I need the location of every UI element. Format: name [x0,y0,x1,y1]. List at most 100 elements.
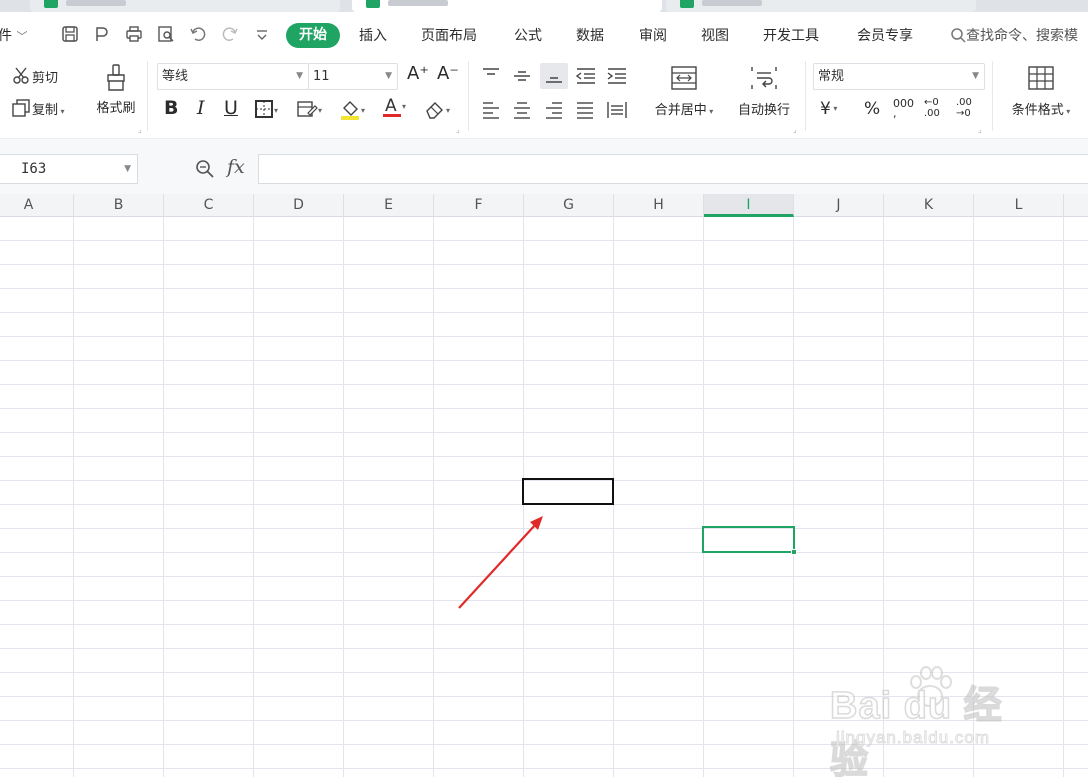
menu-file[interactable]: 件 ﹀ [0,25,27,45]
customize-toolbar-icon[interactable] [252,25,272,45]
font-color-button[interactable]: A ▾ [382,95,406,123]
align-right-button[interactable] [544,101,564,123]
cell-style-button[interactable]: ▾ [296,99,322,123]
border-button[interactable]: ▾ [254,99,278,123]
distribute-button[interactable] [606,101,628,123]
merge-cells-icon [671,66,697,90]
decrease-decimal-button[interactable]: .00 →0 [956,97,972,119]
tab-review[interactable]: 审阅 [639,25,667,45]
column-header-label: F [474,197,483,213]
print-icon[interactable] [124,25,144,45]
name-box[interactable]: I63 ▼ [0,154,138,184]
column-header-f[interactable]: F [434,194,524,217]
sheet-icon [680,0,694,8]
document-tab-active[interactable] [352,0,662,12]
grid-line [73,217,74,777]
column-header-label: G [563,197,574,213]
tab-start[interactable]: 开始 [286,23,340,48]
dialog-launcher-icon[interactable]: ⌟ [793,125,797,134]
zoom-icon[interactable] [195,159,215,184]
grow-font-button[interactable]: A⁺ [407,63,429,84]
tab-view[interactable]: 视图 [701,25,729,45]
undo-icon[interactable] [188,25,208,45]
export-pdf-icon[interactable] [92,25,112,45]
wrap-text-button[interactable]: 自动换行 [733,65,795,118]
column-header-a[interactable]: A [0,194,74,217]
column-header-k[interactable]: K [884,194,974,217]
grid-line [253,217,254,777]
chevron-down-icon: ▼ [385,71,392,81]
dropdown-arrow-icon: ▾ [274,106,279,115]
formula-input[interactable] [258,154,1088,184]
column-header-b[interactable]: B [74,194,164,217]
tab-insert[interactable]: 插入 [359,25,387,45]
grid-line [703,217,704,777]
align-center-button[interactable] [512,101,532,123]
increase-indent-button[interactable] [606,67,628,89]
shrink-font-button[interactable]: A⁻ [437,63,459,84]
increase-indent-icon [607,68,626,84]
bold-icon: B [164,97,179,119]
insert-function-button[interactable]: fx [227,156,245,178]
thousands-separator-button[interactable]: 000, [893,98,914,119]
document-tab[interactable] [30,0,340,12]
tab-label-placeholder [66,0,126,6]
underline-icon: U [224,97,238,119]
cut-button[interactable]: 剪切 [12,67,58,89]
bold-button[interactable]: B [164,97,178,119]
number-format-value: 常规 [818,69,845,84]
dropdown-arrow-icon: ▾ [446,106,451,115]
dialog-launcher-icon[interactable]: ⌟ [456,125,460,134]
column-header-g[interactable]: G [524,194,614,217]
copy-button[interactable]: 复制 ▾ [12,99,65,121]
percent-button[interactable]: % [864,99,880,119]
print-preview-icon[interactable] [156,25,176,45]
column-header-c[interactable]: C [164,194,254,217]
column-header-j[interactable]: J [794,194,884,217]
currency-button[interactable]: ¥ ▾ [820,99,837,119]
tab-member[interactable]: 会员专享 [857,25,913,45]
align-middle-button[interactable] [512,67,532,89]
increase-decimal-button[interactable]: ←0 .00 [924,97,940,119]
conditional-format-button[interactable]: 条件格式 ▾ [1001,65,1081,118]
tab-page-layout[interactable]: 页面布局 [421,25,477,45]
format-painter-button[interactable]: 格式刷 [92,63,140,116]
clear-format-button[interactable]: ▾ [424,99,450,123]
font-name-select[interactable]: 等线 ▼ [157,63,309,90]
justify-button[interactable] [575,101,595,123]
bordered-cell[interactable] [522,478,614,505]
column-header-l[interactable]: L [974,194,1064,217]
fill-color-button[interactable]: ▾ [339,99,365,125]
document-tab[interactable] [666,0,976,12]
dialog-launcher-icon[interactable]: ⌟ [978,125,982,134]
align-left-button[interactable] [481,101,501,123]
column-header-i[interactable]: I [704,194,794,217]
column-header-label: H [653,197,664,213]
merge-center-button[interactable]: 合并居中 ▾ [647,65,721,118]
number-format-select[interactable]: 常规 ▼ [813,63,985,90]
save-icon[interactable] [60,25,80,45]
command-search[interactable]: 查找命令、搜索模 [950,25,1078,47]
column-header-h[interactable]: H [614,194,704,217]
decrease-indent-button[interactable] [575,67,597,89]
active-cell-selection[interactable] [702,526,797,555]
tab-developer[interactable]: 开发工具 [763,25,819,45]
underline-button[interactable]: U [224,97,238,119]
tab-formula[interactable]: 公式 [514,25,542,45]
italic-icon: I [197,97,205,119]
chevron-down-icon: ▼ [124,164,131,174]
dropdown-arrow-icon: ▾ [1063,107,1071,116]
distribute-icon [607,102,627,118]
font-size-select[interactable]: 11 ▼ [308,63,398,90]
italic-button[interactable]: I [197,97,205,119]
align-top-button[interactable] [481,67,501,89]
align-bottom-button[interactable] [540,63,568,89]
column-header-d[interactable]: D [254,194,344,217]
font-size-value: 11 [313,69,330,84]
ribbon-separator [147,61,148,131]
redo-icon[interactable] [220,25,240,45]
column-header-e[interactable]: E [344,194,434,217]
tab-data[interactable]: 数据 [576,25,604,45]
fill-handle[interactable] [791,549,797,555]
dialog-launcher-icon[interactable]: ⌟ [138,125,142,134]
